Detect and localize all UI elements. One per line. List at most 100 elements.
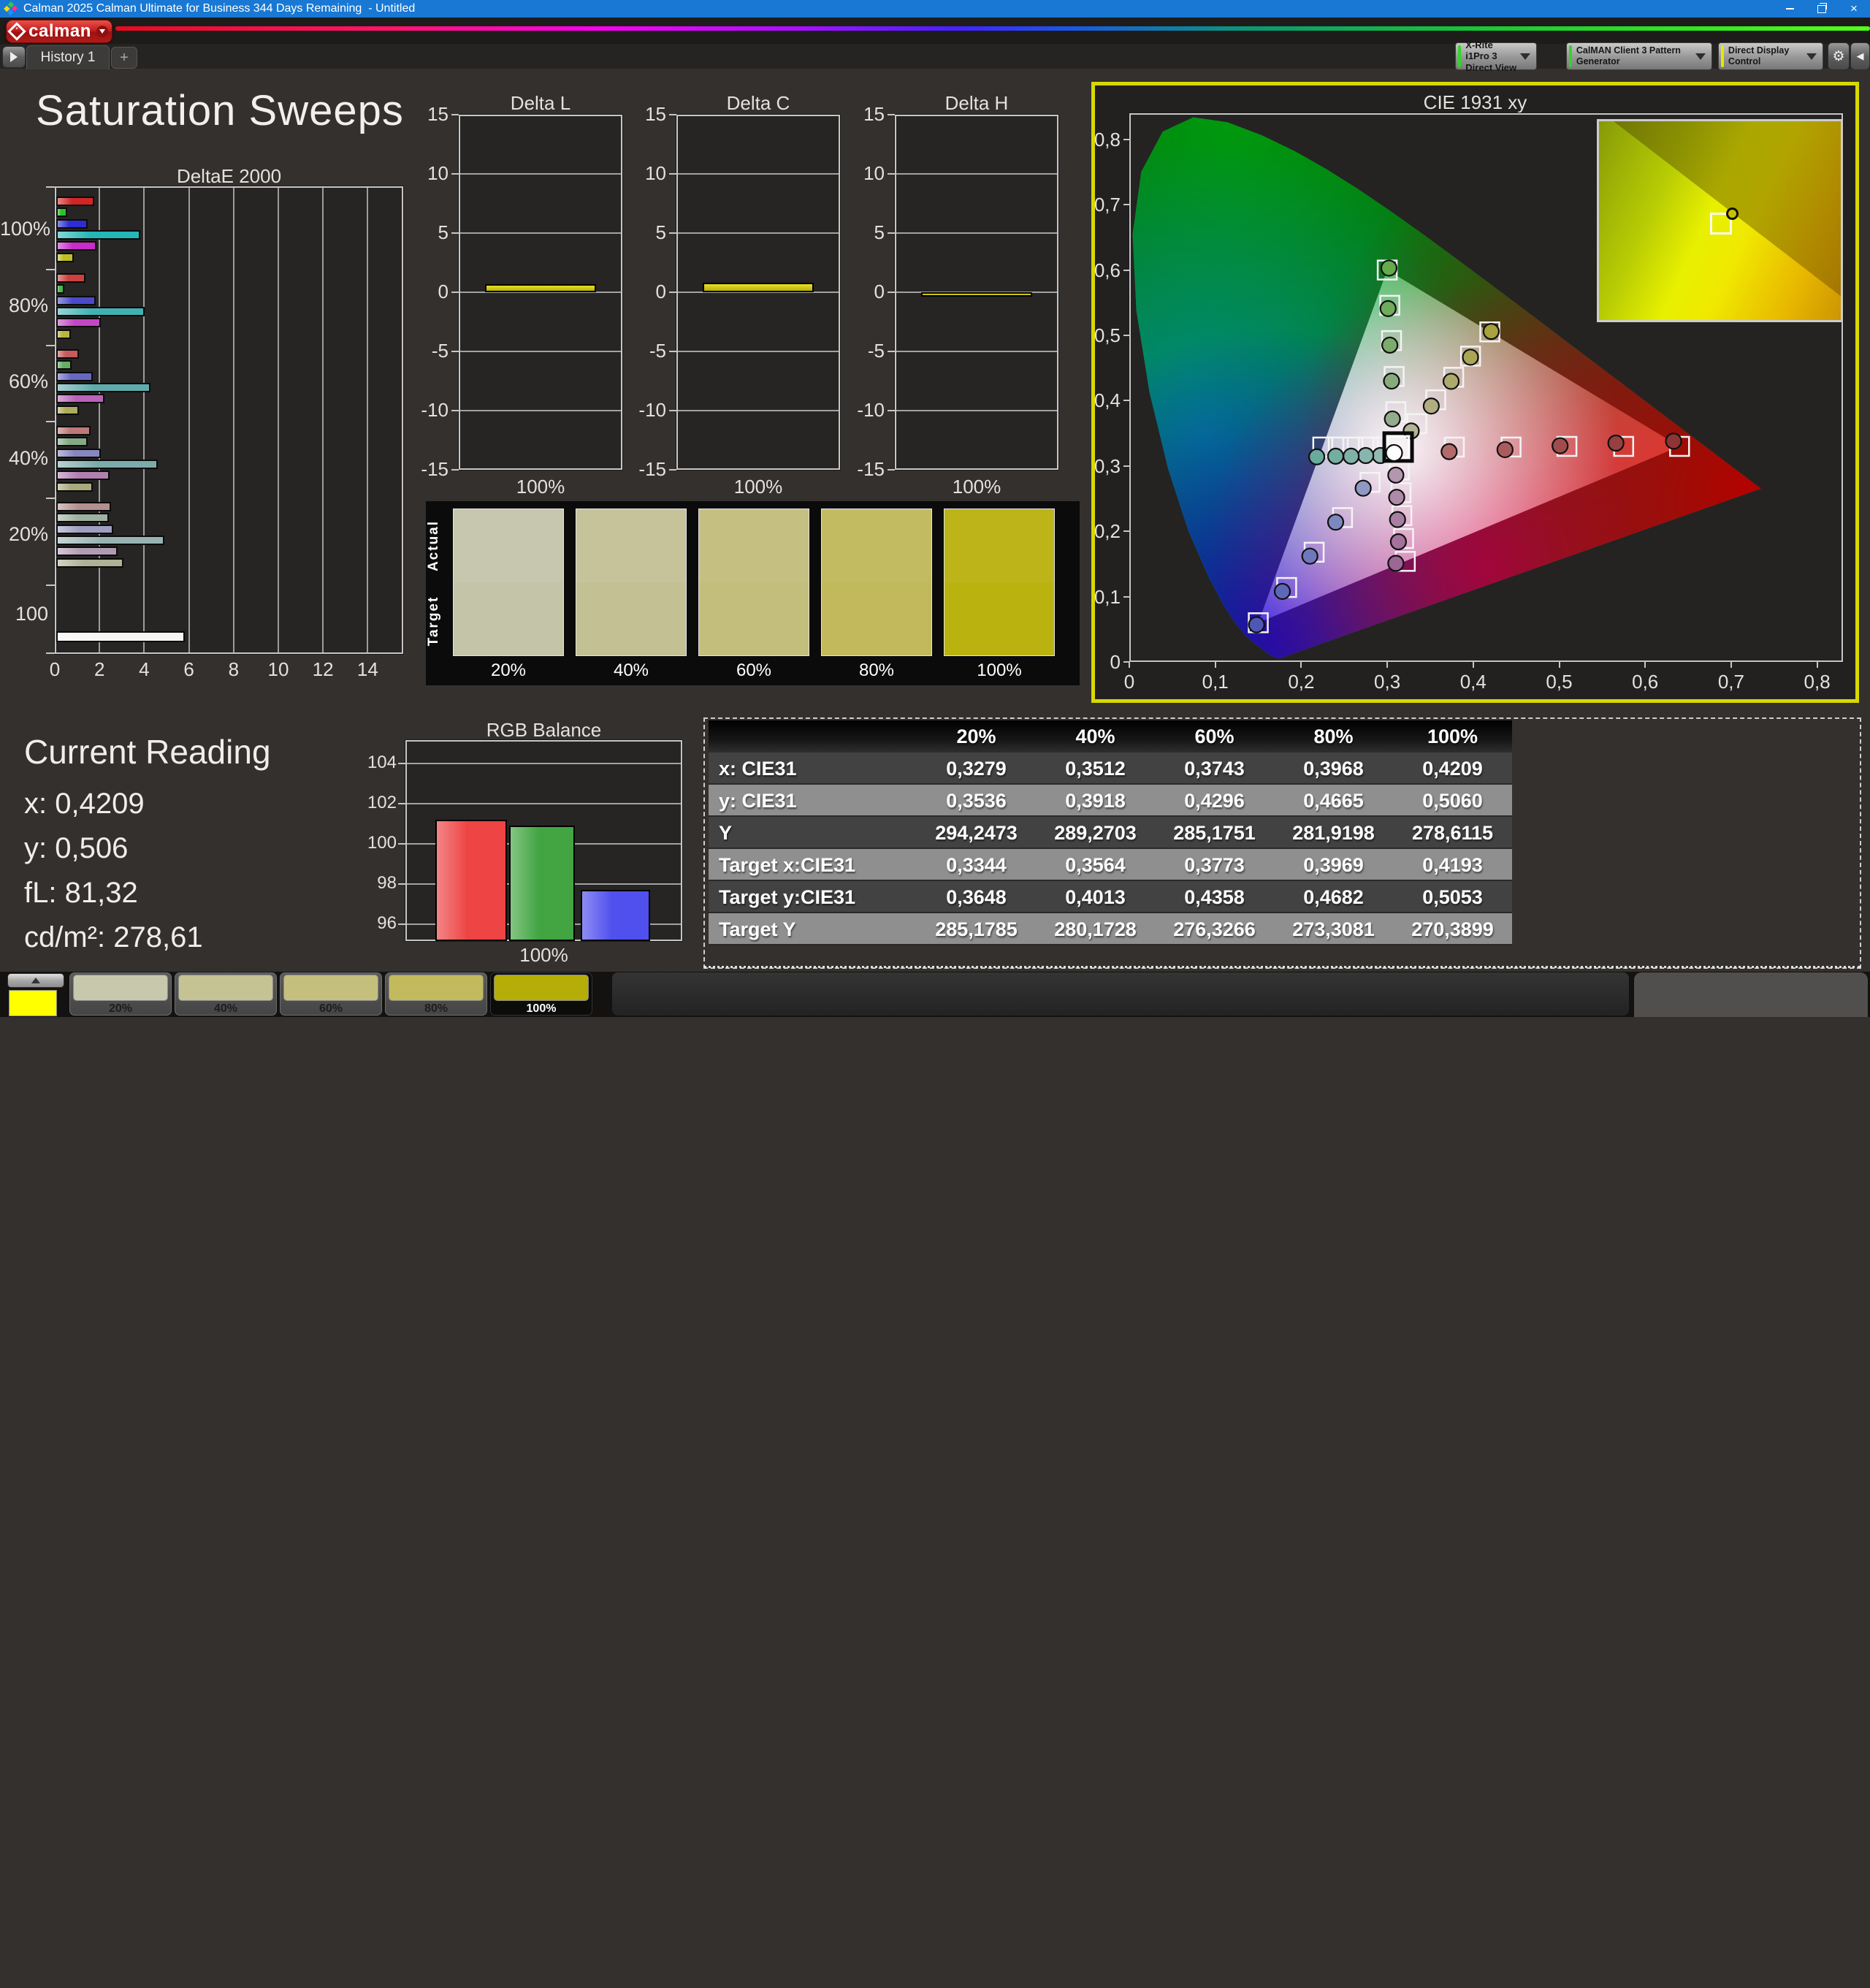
axis-tick (1473, 662, 1474, 668)
axis-tick (888, 232, 895, 234)
cie-y-tick: 0,2 (1075, 520, 1121, 543)
cie-chart-title: CIE 1931 xy (1095, 91, 1855, 114)
swatch-label-80%: 80% (821, 660, 932, 681)
display-control-dropdown[interactable]: Direct Display Control (1718, 42, 1823, 70)
gridline (896, 232, 1057, 234)
delta_l-y-tick: -15 (403, 458, 449, 481)
axis-tick (1817, 662, 1818, 668)
gridline (407, 803, 681, 804)
cie-measured-marker (1388, 468, 1403, 483)
cie-measured-marker (1463, 349, 1478, 365)
cie-x-tick: 0,8 (1792, 671, 1843, 693)
deltae-bar-20%-yellow (56, 558, 123, 568)
calman-menu-button[interactable]: calman (6, 20, 112, 43)
cie-measured-marker (1484, 324, 1499, 339)
axis-tick (398, 803, 405, 804)
display-status-accent (1721, 45, 1724, 67)
deltae-bar-80%-magenta (56, 318, 101, 327)
table-cell: 270,3899 (1393, 918, 1512, 941)
axis-tick (669, 232, 676, 234)
gridline (460, 232, 621, 234)
deltae-bar-100%-yellow (56, 253, 74, 262)
pattern-thumb-chip (73, 975, 168, 1001)
table-cell: 0,4682 (1274, 886, 1393, 909)
minimize-icon (1786, 8, 1794, 9)
gridline (678, 351, 839, 352)
cie-measured-marker (1424, 398, 1439, 414)
gridline (896, 173, 1057, 175)
history-nav-button[interactable] (2, 46, 26, 68)
table-cell: 0,4013 (1036, 886, 1155, 909)
swatch-actual-60% (698, 509, 809, 582)
gridline (143, 188, 145, 652)
deltae-bar-20%-blue (56, 525, 113, 534)
deltae-bar-60%-green (56, 360, 72, 370)
delta_c-y-tick: -10 (621, 399, 666, 422)
cie-y-tick: 0 (1075, 651, 1121, 674)
measure-control-panel: [·] ∞ ↻ « Back Next » (1634, 972, 1868, 1017)
gridline (678, 232, 839, 234)
swatch-row-label-target: Target (426, 581, 443, 661)
cie-measured-marker (1389, 490, 1405, 505)
cie-measured-marker (1666, 433, 1682, 449)
settings-button[interactable]: ⚙ (1828, 42, 1850, 70)
cie-y-tick: 0,8 (1075, 129, 1121, 151)
maximize-button[interactable] (1806, 0, 1838, 18)
table-row-label: x: CIE31 (719, 758, 917, 780)
cie-x-tick: 0,3 (1362, 671, 1413, 693)
table-cell: 294,2473 (917, 822, 1036, 845)
deltae-bar-100-red (56, 631, 185, 642)
axis-tick (1215, 662, 1216, 668)
rgb-bar-blue (581, 890, 650, 941)
table-cell: 276,3266 (1155, 918, 1274, 941)
table-cell: 0,3969 (1274, 854, 1393, 877)
deltae-bar-20%-red (56, 502, 111, 511)
table-cell: 0,3968 (1274, 758, 1393, 780)
pattern-strip-expand-button[interactable] (7, 973, 64, 988)
table-cell: 0,5053 (1393, 886, 1512, 909)
add-tab-button[interactable]: + (111, 47, 137, 69)
rgb-bar-green (509, 826, 575, 941)
gridline (407, 763, 681, 764)
pattern-generator-dropdown[interactable]: CalMAN Client 3 Pattern Generator (1566, 42, 1712, 70)
chevron-down-icon (1695, 53, 1706, 60)
cie-y-tick: 0,4 (1075, 389, 1121, 412)
rgb-y-tick: 102 (353, 793, 397, 813)
deltae-bar-60%-yellow (56, 405, 79, 415)
gridline (278, 188, 279, 652)
gridline (896, 410, 1057, 411)
current-reading-y: y: 0,506 (24, 832, 271, 865)
cie-measured-marker (1497, 442, 1513, 457)
tab-history-1[interactable]: History 1 (26, 45, 110, 69)
cie-x-tick: 0,6 (1619, 671, 1671, 693)
delta_c-x-label: 100% (676, 476, 840, 498)
minimize-button[interactable] (1774, 0, 1806, 18)
axis-tick (888, 292, 895, 293)
collapse-panel-button[interactable]: ◀ (1850, 42, 1870, 70)
deltae-bar-80%-blue (56, 296, 96, 305)
cie-measured-marker (1381, 301, 1396, 316)
axis-tick (46, 345, 55, 346)
delta_h-y-tick: -5 (839, 340, 885, 362)
meter-dropdown[interactable]: X-Rite i1Pro 3Direct View (1455, 42, 1537, 70)
cie-measured-marker (1385, 411, 1400, 427)
table-cell: 281,9198 (1274, 822, 1393, 845)
rgb-x-label: 100% (405, 944, 682, 967)
pattern-thumb-label: 80% (385, 1002, 487, 1016)
axis-tick (669, 469, 676, 471)
deltae-group-label: 80% (0, 294, 48, 317)
deltae-bar-40%-green (56, 437, 88, 446)
cie-x-tick: 0,2 (1275, 671, 1327, 693)
axis-tick (46, 498, 55, 499)
delta_l-y-tick: -10 (403, 399, 449, 422)
close-icon: × (1850, 1, 1858, 16)
pattern-thumb-chip (494, 975, 589, 1001)
gridline (99, 188, 100, 652)
close-button[interactable]: × (1838, 0, 1870, 18)
table-cell: 289,2703 (1036, 822, 1155, 845)
delta_h-bar (921, 292, 1032, 297)
cie-measured-marker (1356, 481, 1371, 496)
calman-diamond-icon (7, 22, 26, 40)
deltae-x-tick: 12 (301, 658, 345, 681)
deltae-bar-100%-blue (56, 219, 88, 229)
